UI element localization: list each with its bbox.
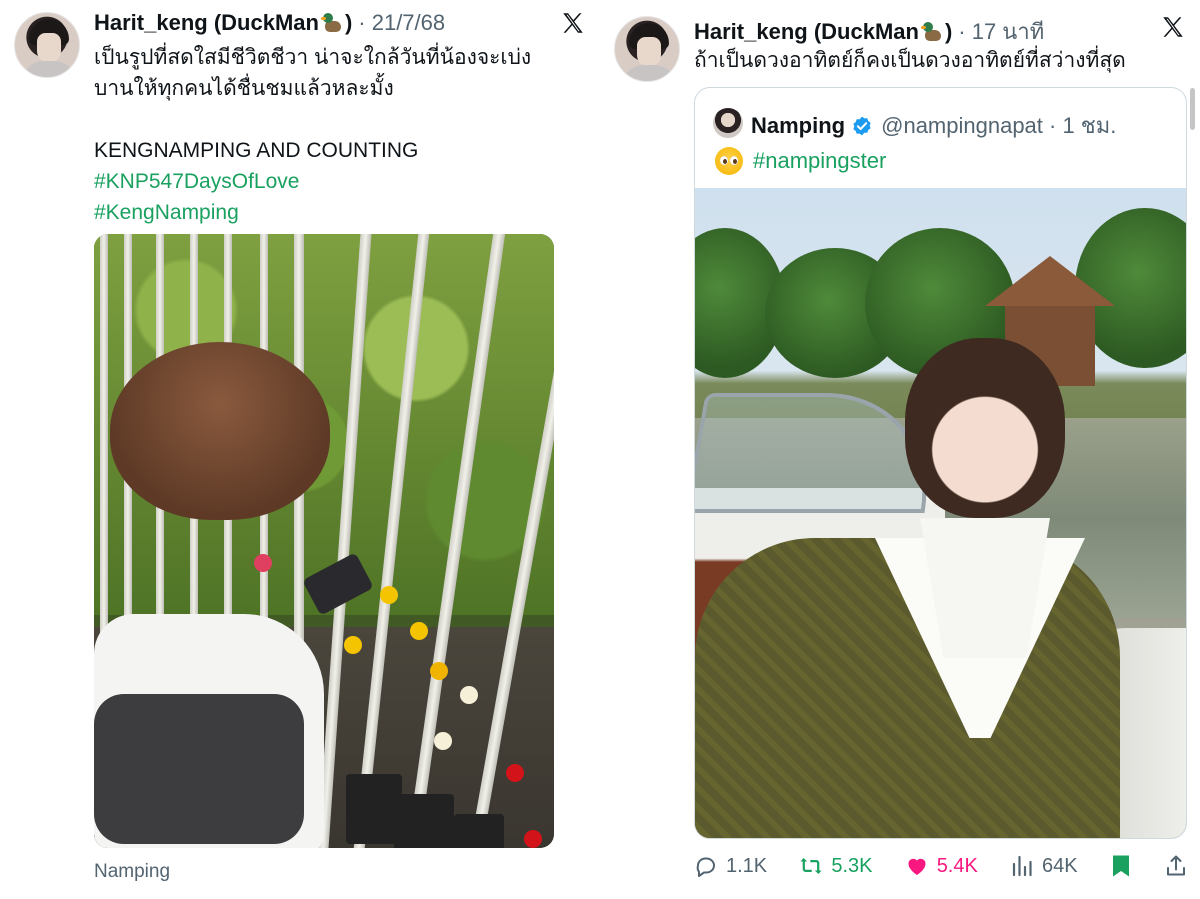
quoted-tweet-header: Namping @nampingnapat · 1 ชม. [751, 108, 1116, 143]
repost-count: 5.3K [831, 854, 873, 877]
hashtag-link[interactable]: #nampingster [753, 146, 886, 176]
x-logo-icon [563, 13, 583, 33]
reply-icon [696, 857, 715, 877]
verified-badge-icon [853, 116, 871, 135]
pleading-face-icon [715, 147, 743, 175]
like-icon [908, 858, 926, 875]
display-name-close: ) [344, 10, 353, 35]
quoted-text: #nampingster [715, 146, 886, 176]
scrollbar[interactable] [1190, 88, 1195, 130]
quoted-display-name[interactable]: Namping [751, 113, 845, 139]
like-button[interactable]: 5.4K [905, 854, 978, 878]
reply-button[interactable]: 1.1K [694, 854, 767, 878]
x-logo-icon [1163, 17, 1183, 37]
display-name[interactable]: Harit_keng (DuckMan [694, 19, 919, 45]
avatar[interactable] [614, 16, 680, 82]
timestamp[interactable]: · 21/7/68 [358, 10, 445, 36]
bookmark-button[interactable] [1110, 854, 1132, 878]
display-name[interactable]: Harit_keng (DuckMan [94, 10, 319, 36]
quoted-avatar[interactable] [713, 108, 743, 138]
tweet-action-bar: 1.1K 5.3K 5.4K 64K [694, 848, 1188, 884]
tweet-text: เป็นรูปที่สดใสมีชีวิตชีวา น่าจะใกล้วันที… [94, 42, 574, 228]
tweet-text-line: บานให้ทุกคนได้ชื่นชมแล้วหละมั้ง [94, 77, 394, 100]
share-icon [1167, 855, 1185, 876]
repost-button[interactable]: 5.3K [799, 854, 873, 878]
avatar[interactable] [14, 12, 80, 78]
like-count: 5.4K [936, 854, 978, 877]
quoted-tweet-photo[interactable] [695, 188, 1186, 838]
duck-emoji-icon [920, 21, 943, 43]
tweet-text-line: เป็นรูปที่สดใสมีชีวิตชีวา น่าจะใกล้วันที… [94, 46, 532, 69]
share-button[interactable] [1164, 854, 1188, 878]
tweet-text: ถ้าเป็นดวงอาทิตย์ก็คงเป็นดวงอาทิตย์ที่สว… [694, 49, 1126, 72]
timestamp[interactable]: · 17 นาที [958, 14, 1044, 49]
views-button[interactable]: 64K [1010, 854, 1078, 878]
left-tweet-panel: Harit_keng (DuckMan ) · 21/7/68 เป็นรูปท… [0, 0, 600, 899]
views-count: 64K [1042, 854, 1078, 877]
tweet-header: Harit_keng (DuckMan ) · 21/7/68 [94, 10, 445, 36]
quoted-tweet-card[interactable]: Namping @nampingnapat · 1 ชม. #nampingst… [694, 87, 1187, 839]
tweet-text-line: KENGNAMPING AND COUNTING [94, 139, 419, 162]
tweet-header: Harit_keng (DuckMan ) · 17 นาที [694, 14, 1044, 49]
bookmark-icon [1112, 855, 1129, 877]
views-icon [1012, 855, 1032, 877]
duck-emoji-icon [320, 12, 343, 34]
hashtag-link[interactable]: #KengNamping [94, 197, 574, 228]
display-name-close: ) [944, 18, 953, 44]
quoted-handle[interactable]: @nampingnapat · 1 ชม. [881, 108, 1116, 143]
tweet-photo[interactable] [94, 234, 554, 848]
repost-icon [800, 858, 822, 874]
reply-count: 1.1K [726, 854, 768, 877]
hashtag-link[interactable]: #KNP547DaysOfLove [94, 166, 574, 197]
photo-caption: Namping [94, 861, 171, 882]
